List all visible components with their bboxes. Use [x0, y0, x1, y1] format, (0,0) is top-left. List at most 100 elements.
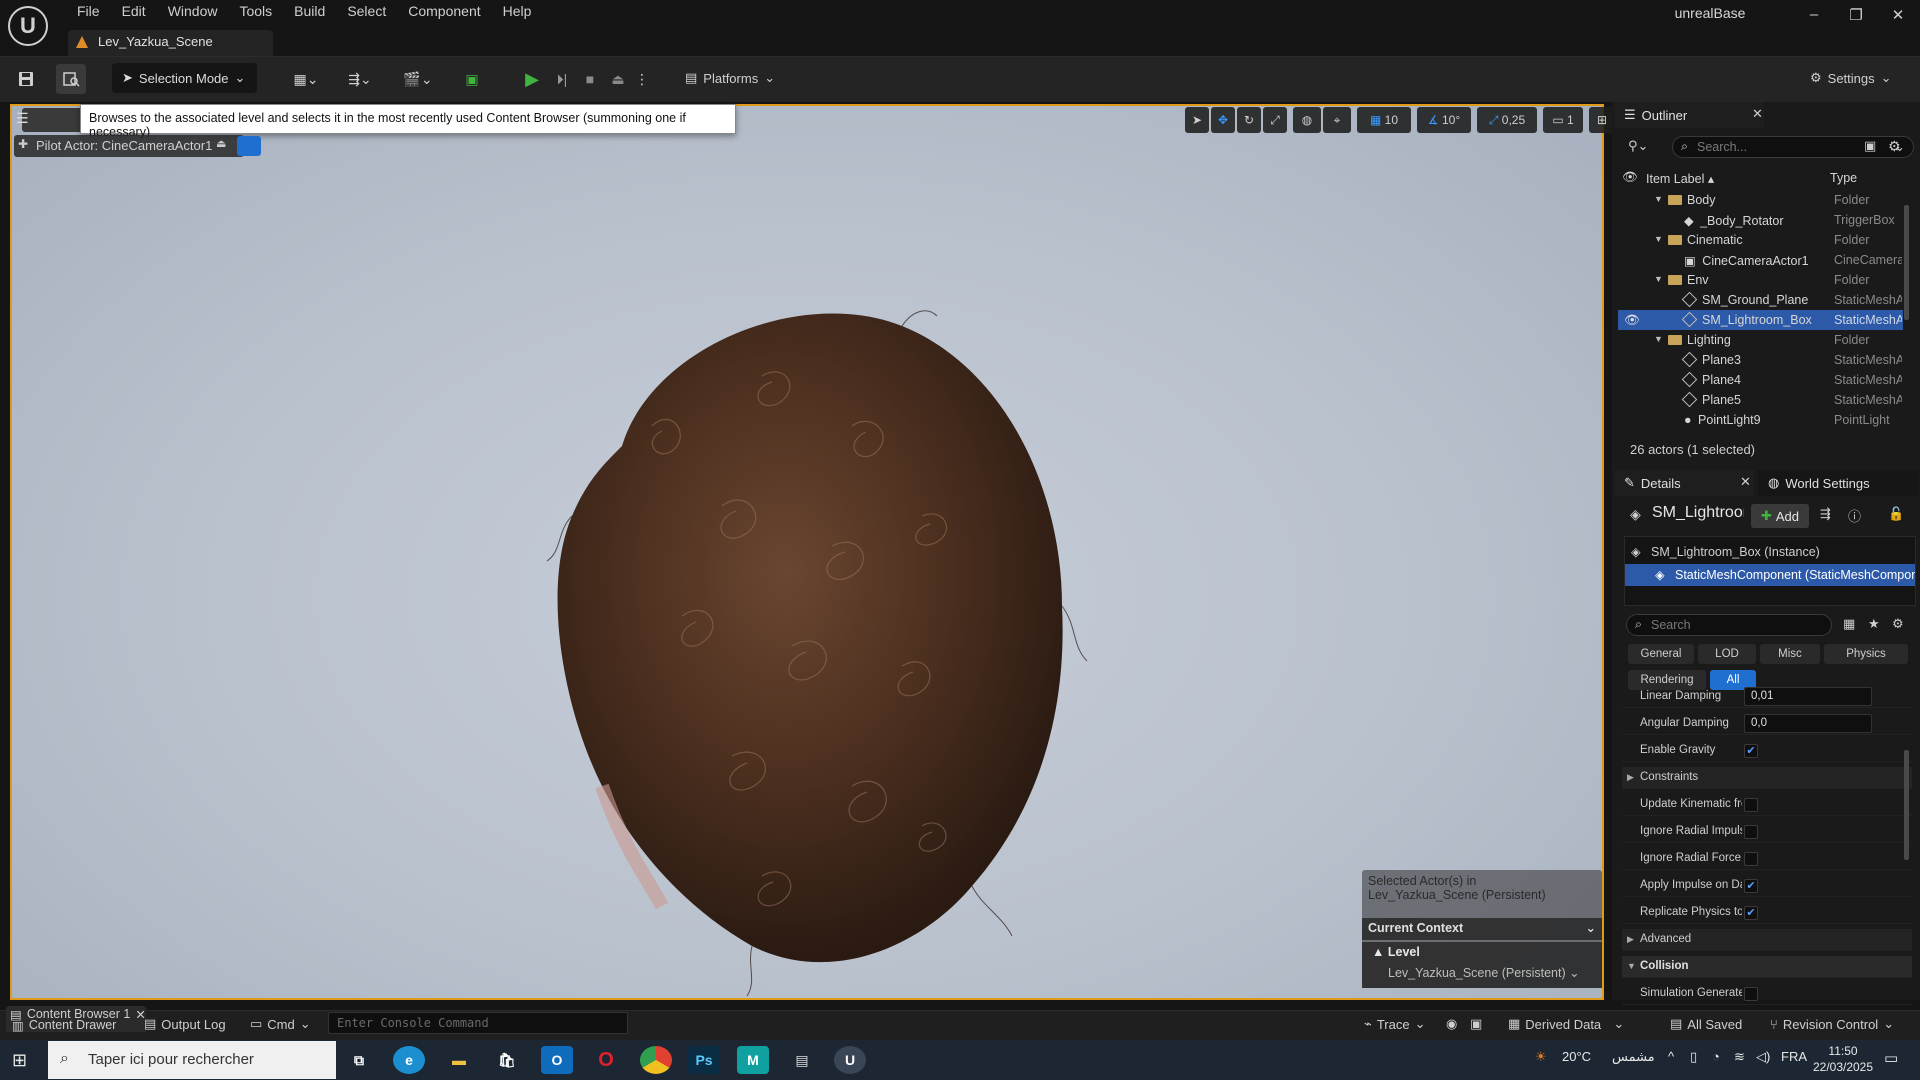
cmd-dropdown[interactable]: ▭ Cmd ⌄	[250, 1012, 311, 1036]
menu-item-tools[interactable]: Tools	[228, 3, 283, 19]
property-checkbox[interactable]	[1744, 852, 1758, 866]
close-outliner-icon[interactable]: ✕	[1752, 106, 1763, 122]
unreal-logo-icon[interactable]: U	[8, 6, 48, 46]
surface-snap-icon[interactable]: ⌖	[1323, 107, 1351, 133]
settings-button[interactable]: ⚙ Settings ⌄	[1810, 64, 1910, 92]
menu-item-build[interactable]: Build	[283, 3, 336, 19]
browse-level-icon[interactable]	[56, 64, 86, 94]
record-icon[interactable]: ◉	[1446, 1012, 1457, 1036]
volume-icon[interactable]: ◁)	[1756, 1049, 1770, 1065]
modes-icon[interactable]: ▣	[458, 64, 486, 94]
menu-item-select[interactable]: Select	[336, 3, 397, 19]
cinematics-icon[interactable]: 🎬⌄	[398, 64, 438, 94]
property-row[interactable]: ▼ Collision	[1622, 956, 1912, 978]
hamburger-menu-icon[interactable]: ☰	[16, 110, 29, 127]
edge-icon[interactable]: e	[393, 1046, 425, 1074]
level-tab[interactable]: Lev_Yazkua_Scene	[68, 30, 273, 56]
menu-item-window[interactable]: Window	[157, 3, 229, 19]
details-scrollbar[interactable]	[1904, 750, 1909, 860]
translate-tool-icon[interactable]: ✥	[1211, 107, 1235, 133]
property-checkbox[interactable]: ✔	[1744, 744, 1758, 758]
property-checkbox[interactable]: ✔	[1744, 906, 1758, 920]
property-checkbox[interactable]	[1744, 987, 1758, 1001]
all-saved-button[interactable]: ▤ All Saved	[1670, 1012, 1742, 1036]
details-search-input[interactable]: ⌕ Search	[1626, 614, 1832, 636]
outliner-row[interactable]: ◆ _Body_Rotator TriggerBox	[1618, 210, 1903, 230]
outliner-scrollbar[interactable]	[1904, 205, 1909, 320]
new-folder-icon[interactable]: ▣	[1864, 138, 1876, 154]
filter-icon[interactable]: ⚲⌄	[1628, 138, 1648, 154]
taskbar-search-input[interactable]: ⌕ Taper ici pour rechercher	[48, 1041, 336, 1079]
component-row-instance[interactable]: ◈ SM_Lightroom_Box (Instance)	[1625, 541, 1915, 563]
property-checkbox[interactable]	[1744, 825, 1758, 839]
store-icon[interactable]: 🛍	[491, 1046, 523, 1074]
select-tool-icon[interactable]: ➤	[1185, 107, 1209, 133]
tray-chevron-icon[interactable]: ^	[1668, 1049, 1674, 1064]
tools-app-icon[interactable]: ▤	[786, 1046, 818, 1074]
language-indicator[interactable]: FRA	[1781, 1049, 1807, 1064]
outliner-row[interactable]: ● PointLight9 PointLight	[1618, 410, 1903, 430]
filter-misc[interactable]: Misc	[1760, 644, 1820, 664]
level-viewport[interactable]	[10, 104, 1604, 1000]
property-checkbox[interactable]	[1744, 798, 1758, 812]
advance-frame-icon[interactable]: ⏵|	[550, 64, 574, 94]
wifi-icon[interactable]: ≋	[1734, 1049, 1745, 1065]
property-value-input[interactable]: 0,01	[1744, 687, 1872, 706]
selection-mode-dropdown[interactable]: ➤ Selection Mode ⌄	[112, 63, 257, 93]
context-level-dropdown[interactable]: Lev_Yazkua_Scene (Persistent) ⌄	[1372, 965, 1592, 980]
expand-arrow-icon[interactable]: ▼	[1654, 194, 1663, 204]
outliner-row[interactable]: ▣ CineCameraActor1 CineCameraActor	[1618, 250, 1903, 270]
add-component-button[interactable]: ✚ Add	[1751, 504, 1809, 528]
notifications-icon[interactable]: ▭	[1884, 1049, 1898, 1067]
derived-data-dropdown[interactable]: ▦ Derived Data ⌄	[1508, 1012, 1624, 1036]
outliner-tab[interactable]: ☰ Outliner	[1614, 102, 1764, 128]
content-drawer-button[interactable]: ▥ Content Drawer	[12, 1016, 116, 1034]
close-icon[interactable]: ✕	[1878, 6, 1918, 24]
menu-item-component[interactable]: Component	[397, 3, 491, 19]
expand-arrow-icon[interactable]: ▼	[1654, 274, 1663, 284]
windows-start-icon[interactable]: ⊞	[12, 1050, 27, 1071]
network-icon[interactable]: ◔	[1712, 1049, 1720, 1064]
eject-pilot-icon[interactable]: ⏏	[216, 137, 236, 155]
scale-snap-toggle[interactable]: ⤢ 0,25	[1477, 107, 1537, 133]
menu-item-edit[interactable]: Edit	[111, 3, 157, 19]
scale-tool-icon[interactable]: ⤢	[1263, 107, 1287, 133]
task-view-icon[interactable]: ⧉	[343, 1046, 375, 1074]
opera-icon[interactable]: O	[590, 1046, 622, 1074]
camera-toggle-icon[interactable]	[237, 136, 261, 156]
outliner-row[interactable]: SM_Ground_Plane StaticMeshActor	[1618, 290, 1903, 310]
component-row-staticmesh[interactable]: ◈ StaticMeshComponent (StaticMeshCompone…	[1625, 564, 1915, 586]
screenshot-icon[interactable]: ▣	[1470, 1012, 1482, 1036]
outliner-row[interactable]: Plane3 StaticMeshActor	[1618, 350, 1903, 370]
filter-physics[interactable]: Physics	[1824, 644, 1908, 664]
expand-arrow-icon[interactable]: ▼	[1654, 234, 1663, 244]
taskbar-clock[interactable]: 11:50 22/03/2025	[1808, 1043, 1878, 1075]
favorites-star-icon[interactable]: ★	[1868, 616, 1880, 632]
eject-icon[interactable]: ⏏	[606, 64, 630, 94]
outliner-settings-icon[interactable]: ⚙	[1888, 138, 1901, 155]
weather-icon[interactable]: ☀	[1535, 1049, 1547, 1065]
file-explorer-icon[interactable]: ▬	[443, 1046, 475, 1074]
chrome-icon[interactable]	[640, 1046, 672, 1074]
property-value-input[interactable]: 0,0	[1744, 714, 1872, 733]
unreal-taskbar-icon[interactable]: U	[834, 1046, 866, 1074]
property-matrix-icon[interactable]: ▦	[1843, 616, 1855, 632]
console-command-input[interactable]: Enter Console Command	[328, 1012, 628, 1034]
battery-icon[interactable]: ▯	[1690, 1049, 1697, 1065]
platforms-dropdown[interactable]: ▤ Platforms ⌄	[685, 64, 785, 92]
photoshop-icon[interactable]: Ps	[688, 1046, 720, 1074]
visibility-eye-icon[interactable]: 👁	[1624, 313, 1640, 328]
outliner-row[interactable]: 👁 SM_Lightroom_Box StaticMeshActor	[1618, 310, 1903, 330]
details-tab[interactable]: ✎ Details	[1614, 470, 1754, 496]
outliner-row[interactable]: ▼ Env Folder	[1618, 270, 1903, 290]
filter-lod[interactable]: LOD	[1698, 644, 1756, 664]
expand-arrow-icon[interactable]: ▼	[1654, 334, 1663, 344]
world-settings-tab[interactable]: ◍ World Settings	[1758, 470, 1918, 496]
menu-item-help[interactable]: Help	[492, 3, 543, 19]
blueprint-convert-icon[interactable]: ⇶	[1820, 506, 1831, 522]
play-icon[interactable]: ▶	[520, 64, 544, 94]
outliner-row[interactable]: Plane4 StaticMeshActor	[1618, 370, 1903, 390]
trace-dropdown[interactable]: ⌁ Trace ⌄	[1364, 1012, 1425, 1036]
details-actor-name[interactable]: ◈ SM_Lightroom_Box	[1628, 504, 1744, 528]
menu-item-file[interactable]: File	[66, 3, 111, 19]
